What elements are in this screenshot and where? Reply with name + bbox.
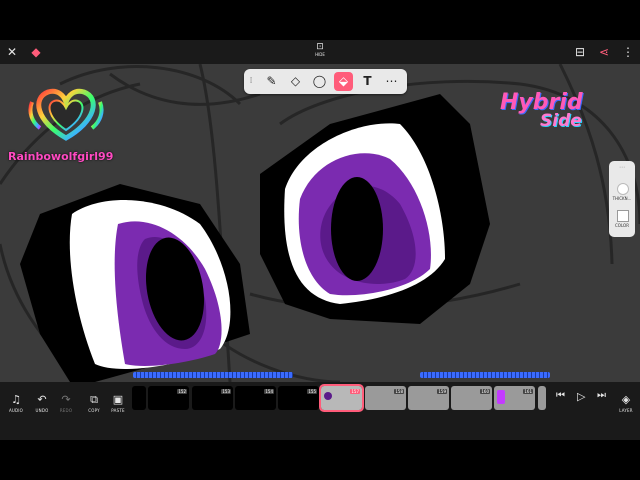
lasso-icon: ◯	[312, 74, 327, 88]
hide-label: HIDE	[315, 52, 325, 57]
more-horizontal-icon: ⋯	[385, 74, 398, 88]
layer-button[interactable]: ◈ LAYER	[614, 388, 638, 413]
undo-label: UNDO	[35, 408, 49, 413]
hide-icon: ⊡	[316, 42, 324, 52]
fill-bucket-icon: ⬙	[338, 74, 349, 88]
frame-number: 153	[221, 389, 231, 394]
hide-button[interactable]: ⊡ HIDE	[309, 40, 331, 64]
audio-waveform-right	[420, 372, 550, 378]
frame-number: 158	[394, 389, 404, 394]
frame-thumb[interactable]: 153	[192, 386, 233, 410]
play-icon[interactable]: ▷	[577, 390, 585, 403]
drag-handle-icon[interactable]: ⁞	[246, 72, 256, 91]
left-logo-text: Rainbowolfgirl99	[8, 150, 114, 163]
brush-icon: ✎	[266, 74, 277, 88]
text-tool[interactable]: T	[358, 72, 377, 91]
frame-number: 159	[437, 389, 447, 394]
frame-thumb[interactable]: 158	[365, 386, 406, 410]
frame-number: 152	[177, 389, 187, 394]
frame-thumb-current[interactable]: 157	[319, 384, 364, 412]
more-vertical-icon[interactable]: ⋮	[620, 40, 636, 64]
paste-icon: ▣	[112, 393, 124, 406]
share-icon[interactable]: ⋖	[596, 40, 612, 64]
frame-thumb[interactable]	[538, 386, 546, 410]
music-icon: ♫	[11, 393, 21, 406]
more-tools-button[interactable]: ⋯	[382, 72, 401, 91]
floating-toolbar: ⁞ ✎ ◇ ◯ ⬙ T ⋯	[244, 69, 407, 94]
frame-thumb[interactable]: 159	[408, 386, 449, 410]
redo-button[interactable]: ↷ REDO	[54, 388, 78, 413]
frame-thumb[interactable]: 160	[451, 386, 492, 410]
next-frame-icon[interactable]: ⏭	[597, 390, 606, 401]
rainbow-wolf-logo	[26, 86, 106, 142]
redo-label: REDO	[59, 408, 73, 413]
frame-number: 157	[350, 389, 360, 394]
lasso-tool[interactable]: ◯	[310, 72, 329, 91]
audio-waveform-left	[133, 372, 293, 378]
frame-preview	[497, 390, 505, 404]
eraser-icon: ◇	[290, 74, 301, 88]
frame-number: 160	[480, 389, 490, 394]
right-eye	[260, 94, 490, 324]
frame-thumb[interactable]: 155	[278, 386, 319, 410]
copy-label: COPY	[88, 408, 100, 413]
frame-thumb[interactable]: 152	[148, 386, 189, 410]
close-icon[interactable]: ✕	[4, 40, 20, 64]
left-eye	[20, 184, 250, 382]
frame-thumb[interactable]: 154	[235, 386, 276, 410]
color-swatch[interactable]	[617, 210, 629, 222]
panel-handle-icon[interactable]: ⋯	[609, 164, 635, 171]
rainbow-heart-icon	[28, 88, 104, 141]
redo-icon: ↷	[61, 393, 71, 406]
frame-thumb[interactable]: 161	[494, 386, 535, 410]
gem-icon[interactable]: ◆	[28, 40, 44, 64]
drawing-canvas[interactable]: Rainbowolfgirl99 Hybrid Side	[0, 64, 640, 382]
hybrid-side-logo: Hybrid Side	[500, 90, 620, 131]
fill-tool[interactable]: ⬙	[334, 72, 353, 91]
undo-button[interactable]: ↶ UNDO	[30, 388, 54, 413]
undo-icon: ↶	[37, 393, 47, 406]
audio-button[interactable]: ♫ AUDIO	[4, 388, 28, 413]
right-logo-line2: Side	[540, 111, 582, 131]
audio-label: AUDIO	[8, 408, 24, 413]
layer-label: LAYER	[619, 408, 633, 413]
fit-icon[interactable]: ⊟	[572, 40, 588, 64]
copy-icon: ⧉	[90, 393, 98, 406]
paste-label: PASTE	[111, 408, 125, 413]
frame-number: 155	[307, 389, 317, 394]
text-icon: T	[363, 74, 372, 88]
brush-side-panel: ⋯ THICKN... COLOR	[609, 161, 635, 237]
copy-button[interactable]: ⧉ COPY	[82, 388, 106, 413]
paste-button[interactable]: ▣ PASTE	[106, 388, 130, 413]
frame-number: 161	[523, 389, 533, 394]
color-label: COLOR	[615, 223, 629, 228]
layers-icon: ◈	[621, 393, 631, 406]
top-bar: ✕ ◆ ⊡ HIDE ⊟ ⋖ ⋮	[0, 40, 640, 64]
thickness-label: THICKN...	[612, 196, 632, 201]
prev-frame-icon[interactable]: ⏮	[556, 390, 565, 401]
brush-tool[interactable]: ✎	[262, 72, 281, 91]
eraser-tool[interactable]: ◇	[286, 72, 305, 91]
frame-preview	[324, 392, 332, 400]
frame-number: 154	[264, 389, 274, 394]
thickness-dot[interactable]	[617, 183, 629, 195]
frame-thumb[interactable]	[132, 386, 146, 410]
